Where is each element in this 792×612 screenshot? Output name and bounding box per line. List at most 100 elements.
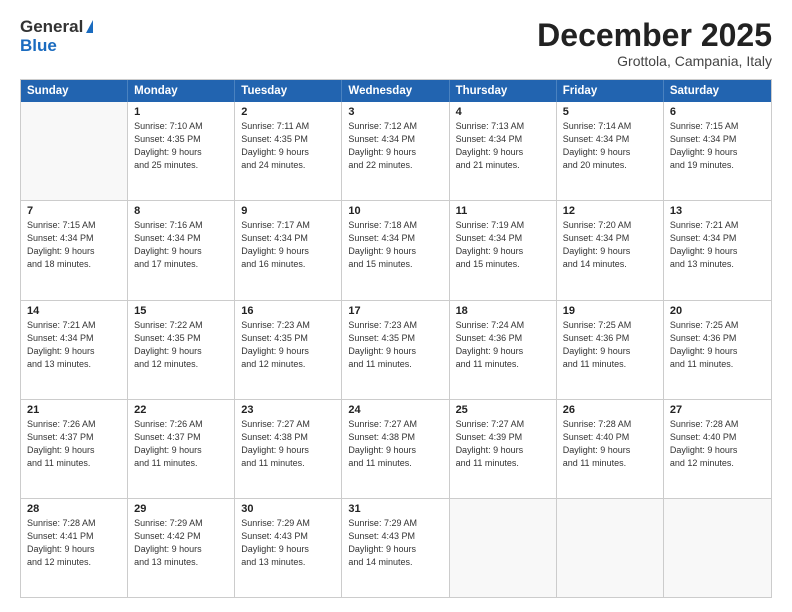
cal-cell: 8 Sunrise: 7:16 AMSunset: 4:34 PMDaylight… <box>128 201 235 299</box>
day-number: 19 <box>563 305 657 317</box>
day-number: 4 <box>456 106 550 118</box>
cal-cell: 9Sunrise: 7:17 AMSunset: 4:34 PMDaylight… <box>235 201 342 299</box>
day-number: 6 <box>670 106 765 118</box>
day-number: 2 <box>241 106 335 118</box>
cal-header-wednesday: Wednesday <box>342 80 449 102</box>
day-number: 25 <box>456 404 550 416</box>
day-number: 17 <box>348 305 442 317</box>
cal-cell: 23 Sunrise: 7:27 AMSunset: 4:38 PMDayligh… <box>235 400 342 498</box>
day-number: 28 <box>27 503 121 515</box>
cal-cell: 20 Sunrise: 7:25 AMSunset: 4:36 PMDayligh… <box>664 301 771 399</box>
cell-info: Sunrise: 7:13 AMSunset: 4:34 PMDaylight:… <box>456 120 550 172</box>
cal-header-sunday: Sunday <box>21 80 128 102</box>
day-number: 1 <box>134 106 228 118</box>
cal-cell: 11 Sunrise: 7:19 AMSunset: 4:34 PMDayligh… <box>450 201 557 299</box>
logo-triangle-icon <box>86 20 93 33</box>
logo: General Blue <box>20 18 93 55</box>
cell-info: Sunrise: 7:26 AMSunset: 4:37 PMDaylight:… <box>134 418 228 470</box>
cell-info: Sunrise: 7:27 AMSunset: 4:38 PMDaylight:… <box>348 418 442 470</box>
cal-cell: 19Sunrise: 7:25 AMSunset: 4:36 PMDayligh… <box>557 301 664 399</box>
day-number: 12 <box>563 205 657 217</box>
cell-info: Sunrise: 7:24 AMSunset: 4:36 PMDaylight:… <box>456 319 550 371</box>
cell-info: Sunrise: 7:28 AMSunset: 4:40 PMDaylight:… <box>670 418 765 470</box>
cal-header-friday: Friday <box>557 80 664 102</box>
cal-cell: 17 Sunrise: 7:23 AMSunset: 4:35 PMDayligh… <box>342 301 449 399</box>
cell-info: Sunrise: 7:15 AMSunset: 4:34 PMDaylight:… <box>27 219 121 271</box>
cell-info: Sunrise: 7:15 AMSunset: 4:34 PMDaylight:… <box>670 120 765 172</box>
cell-info: Sunrise: 7:21 AMSunset: 4:34 PMDaylight:… <box>670 219 765 271</box>
day-number: 27 <box>670 404 765 416</box>
cell-info: Sunrise: 7:19 AMSunset: 4:34 PMDaylight:… <box>456 219 550 271</box>
title-block: December 2025 Grottola, Campania, Italy <box>537 18 772 69</box>
day-number: 5 <box>563 106 657 118</box>
day-number: 3 <box>348 106 442 118</box>
cell-info: Sunrise: 7:23 AMSunset: 4:35 PMDaylight:… <box>348 319 442 371</box>
cal-row-3: 21 Sunrise: 7:26 AMSunset: 4:37 PMDayligh… <box>21 400 771 499</box>
day-number: 20 <box>670 305 765 317</box>
cal-cell: 21Sunrise: 7:26 AMSunset: 4:37 PMDayligh… <box>21 400 128 498</box>
cal-header-saturday: Saturday <box>664 80 771 102</box>
cal-cell: 26Sunrise: 7:28 AMSunset: 4:40 PMDayligh… <box>557 400 664 498</box>
cal-cell: 6 Sunrise: 7:15 AMSunset: 4:34 PMDaylight… <box>664 102 771 200</box>
cal-cell: 1 Sunrise: 7:10 AMSunset: 4:35 PMDaylight… <box>128 102 235 200</box>
day-number: 26 <box>563 404 657 416</box>
day-number: 31 <box>348 503 442 515</box>
cal-cell: 7 Sunrise: 7:15 AMSunset: 4:34 PMDaylight… <box>21 201 128 299</box>
day-number: 29 <box>134 503 228 515</box>
cell-info: Sunrise: 7:28 AMSunset: 4:41 PMDaylight:… <box>27 517 121 569</box>
day-number: 16 <box>241 305 335 317</box>
cell-info: Sunrise: 7:16 AMSunset: 4:34 PMDaylight:… <box>134 219 228 271</box>
cal-header-monday: Monday <box>128 80 235 102</box>
cal-row-0: 1 Sunrise: 7:10 AMSunset: 4:35 PMDaylight… <box>21 102 771 201</box>
cal-cell: 16Sunrise: 7:23 AMSunset: 4:35 PMDayligh… <box>235 301 342 399</box>
day-number: 14 <box>27 305 121 317</box>
cal-cell: 14 Sunrise: 7:21 AMSunset: 4:34 PMDayligh… <box>21 301 128 399</box>
cell-info: Sunrise: 7:27 AMSunset: 4:39 PMDaylight:… <box>456 418 550 470</box>
day-number: 30 <box>241 503 335 515</box>
day-number: 23 <box>241 404 335 416</box>
cal-cell: 27 Sunrise: 7:28 AMSunset: 4:40 PMDayligh… <box>664 400 771 498</box>
cal-cell <box>664 499 771 597</box>
cal-cell <box>557 499 664 597</box>
cal-cell: 18 Sunrise: 7:24 AMSunset: 4:36 PMDayligh… <box>450 301 557 399</box>
cal-cell: 15 Sunrise: 7:22 AMSunset: 4:35 PMDayligh… <box>128 301 235 399</box>
day-number: 24 <box>348 404 442 416</box>
cal-cell <box>21 102 128 200</box>
day-number: 11 <box>456 205 550 217</box>
cell-info: Sunrise: 7:29 AMSunset: 4:43 PMDaylight:… <box>241 517 335 569</box>
cal-cell: 29 Sunrise: 7:29 AMSunset: 4:42 PMDayligh… <box>128 499 235 597</box>
calendar-body: 1 Sunrise: 7:10 AMSunset: 4:35 PMDaylight… <box>21 102 771 597</box>
cell-info: Sunrise: 7:29 AMSunset: 4:43 PMDaylight:… <box>348 517 442 569</box>
cell-info: Sunrise: 7:29 AMSunset: 4:42 PMDaylight:… <box>134 517 228 569</box>
cell-info: Sunrise: 7:22 AMSunset: 4:35 PMDaylight:… <box>134 319 228 371</box>
cell-info: Sunrise: 7:27 AMSunset: 4:38 PMDaylight:… <box>241 418 335 470</box>
day-number: 10 <box>348 205 442 217</box>
cell-info: Sunrise: 7:21 AMSunset: 4:34 PMDaylight:… <box>27 319 121 371</box>
cal-cell: 31 Sunrise: 7:29 AMSunset: 4:43 PMDayligh… <box>342 499 449 597</box>
day-number: 22 <box>134 404 228 416</box>
day-number: 18 <box>456 305 550 317</box>
cal-cell: 13Sunrise: 7:21 AMSunset: 4:34 PMDayligh… <box>664 201 771 299</box>
cal-cell <box>450 499 557 597</box>
cal-cell: 12Sunrise: 7:20 AMSunset: 4:34 PMDayligh… <box>557 201 664 299</box>
cal-row-4: 28 Sunrise: 7:28 AMSunset: 4:41 PMDayligh… <box>21 499 771 597</box>
day-number: 15 <box>134 305 228 317</box>
cal-header-tuesday: Tuesday <box>235 80 342 102</box>
cal-cell: 30 Sunrise: 7:29 AMSunset: 4:43 PMDayligh… <box>235 499 342 597</box>
day-number: 8 <box>134 205 228 217</box>
cal-cell: 10Sunrise: 7:18 AMSunset: 4:34 PMDayligh… <box>342 201 449 299</box>
header: General Blue December 2025 Grottola, Cam… <box>20 18 772 69</box>
cal-row-2: 14 Sunrise: 7:21 AMSunset: 4:34 PMDayligh… <box>21 301 771 400</box>
cell-info: Sunrise: 7:10 AMSunset: 4:35 PMDaylight:… <box>134 120 228 172</box>
day-number: 21 <box>27 404 121 416</box>
cal-cell: 24 Sunrise: 7:27 AMSunset: 4:38 PMDayligh… <box>342 400 449 498</box>
cell-info: Sunrise: 7:12 AMSunset: 4:34 PMDaylight:… <box>348 120 442 172</box>
month-title: December 2025 <box>537 18 772 53</box>
cell-info: Sunrise: 7:25 AMSunset: 4:36 PMDaylight:… <box>670 319 765 371</box>
cell-info: Sunrise: 7:14 AMSunset: 4:34 PMDaylight:… <box>563 120 657 172</box>
logo-general: General <box>20 18 83 37</box>
cell-info: Sunrise: 7:11 AMSunset: 4:35 PMDaylight:… <box>241 120 335 172</box>
calendar-header: SundayMondayTuesdayWednesdayThursdayFrid… <box>21 80 771 102</box>
cal-cell: 3 Sunrise: 7:12 AMSunset: 4:34 PMDaylight… <box>342 102 449 200</box>
day-number: 7 <box>27 205 121 217</box>
